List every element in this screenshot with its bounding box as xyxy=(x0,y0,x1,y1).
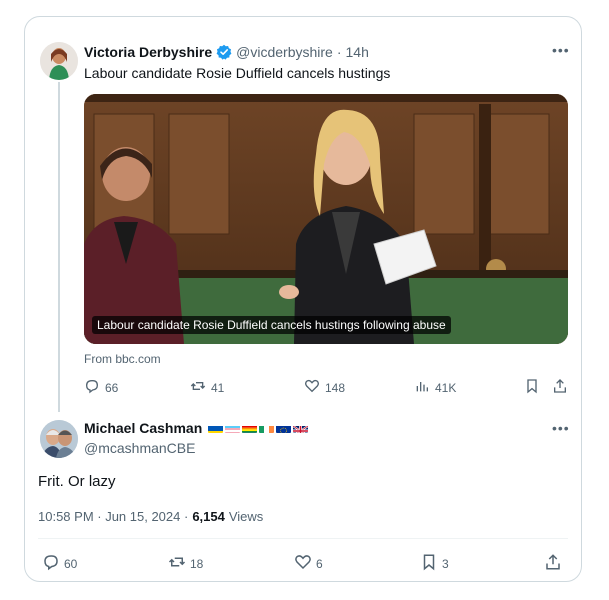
link-source[interactable]: From bbc.com xyxy=(84,352,161,366)
link-card-image[interactable]: Labour candidate Rosie Duffield cancels … xyxy=(84,94,568,344)
reply-views-label: Views xyxy=(228,509,264,524)
share-icon xyxy=(544,553,562,574)
reply-icon xyxy=(42,553,60,574)
views-action[interactable]: 41K xyxy=(414,378,456,397)
bookmark-icon xyxy=(524,378,540,397)
bookmark-action[interactable] xyxy=(524,378,540,397)
author-name[interactable]: Victoria Derbyshire xyxy=(84,44,212,60)
views-count: 41K xyxy=(435,380,457,395)
reply-more-options-icon[interactable]: ••• xyxy=(552,420,570,436)
repost-count: 41 xyxy=(211,380,225,395)
reply-author-name[interactable]: Michael Cashman xyxy=(84,420,202,436)
reply-views-count: 6,154 xyxy=(192,509,225,524)
views-icon xyxy=(414,378,430,397)
verified-badge-icon xyxy=(216,44,232,60)
reply-tweet-actions: 60 18 6 3 xyxy=(38,553,568,573)
parent-tweet-text: Labour candidate Rosie Duffield cancels … xyxy=(84,65,391,81)
reply-like-count: 6 xyxy=(316,556,323,571)
avatar-michael-cashman[interactable] xyxy=(40,420,78,458)
reply-count: 66 xyxy=(105,380,119,395)
reply-tweet-header: Michael Cashman xyxy=(84,420,309,436)
reply-icon xyxy=(84,378,100,397)
reply-action[interactable]: 66 xyxy=(84,378,118,397)
parent-tweet-header: Victoria Derbyshire @vicderbyshire · 14h xyxy=(84,44,369,60)
repost-action[interactable]: 41 xyxy=(190,378,224,397)
reply-like-action[interactable]: 6 xyxy=(294,553,323,574)
bookmark-icon xyxy=(420,553,438,574)
uk-flag-icon xyxy=(293,423,309,433)
like-count: 148 xyxy=(325,380,346,395)
avatar-victoria-derbyshire[interactable] xyxy=(40,42,78,80)
like-icon xyxy=(294,553,312,574)
like-icon xyxy=(304,378,320,397)
separator-dot: · xyxy=(336,44,342,60)
reply-bookmark-count: 3 xyxy=(442,556,449,571)
like-action[interactable]: 148 xyxy=(304,378,345,397)
ukraine-flag-icon xyxy=(208,423,224,433)
reply-reply-count: 60 xyxy=(64,556,78,571)
eu-flag-icon xyxy=(276,423,292,433)
share-action[interactable] xyxy=(552,378,568,397)
reply-timestamp[interactable]: 10:58 PM · Jun 15, 2024 · xyxy=(38,509,188,524)
author-handle[interactable]: @vicderbyshire xyxy=(236,44,333,60)
repost-icon xyxy=(168,553,186,574)
divider xyxy=(38,538,568,539)
parent-tweet-actions: 66 41 148 41K xyxy=(84,378,568,398)
pride-flag-icon xyxy=(242,423,258,433)
reply-share-action[interactable] xyxy=(544,553,562,574)
reply-bookmark-action[interactable]: 3 xyxy=(420,553,449,574)
thread-line xyxy=(58,82,60,412)
ireland-flag-icon xyxy=(259,423,275,433)
more-options-icon[interactable]: ••• xyxy=(552,42,570,58)
trans-flag-icon xyxy=(225,423,241,433)
share-icon xyxy=(552,378,568,397)
reply-author-handle[interactable]: @mcashmanCBE xyxy=(84,440,195,456)
reply-reply-action[interactable]: 60 xyxy=(42,553,77,574)
repost-icon xyxy=(190,378,206,397)
tweet-time[interactable]: 14h xyxy=(346,44,369,60)
name-flags xyxy=(208,423,309,433)
reply-repost-action[interactable]: 18 xyxy=(168,553,203,574)
reply-repost-count: 18 xyxy=(190,556,204,571)
parliament-photo xyxy=(84,94,568,344)
reply-tweet-text: Frit. Or lazy xyxy=(38,473,116,490)
media-caption: Labour candidate Rosie Duffield cancels … xyxy=(92,316,451,334)
reply-meta: 10:58 PM · Jun 15, 2024 · 6,154 Views xyxy=(38,509,263,524)
